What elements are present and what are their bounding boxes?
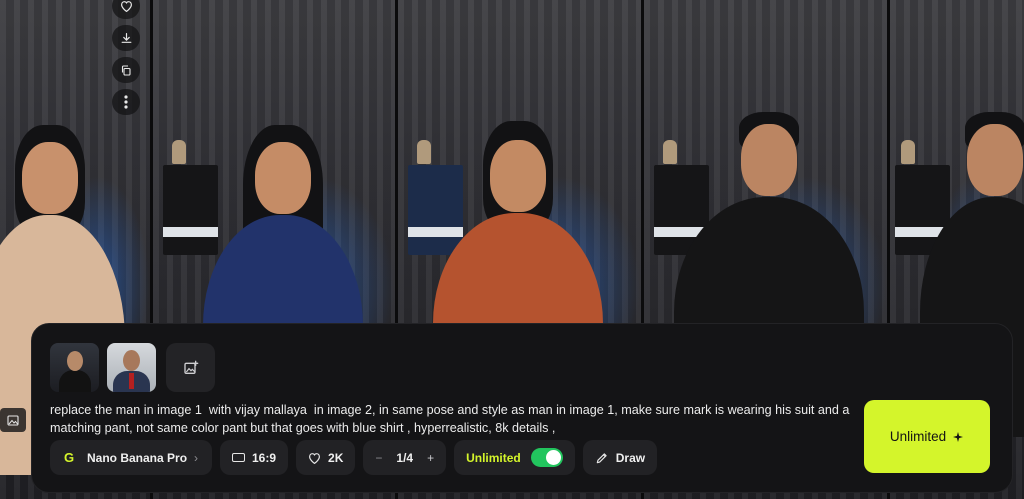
image-actions bbox=[112, 0, 140, 115]
draw-icon bbox=[596, 452, 607, 463]
model-selector[interactable]: G Nano Banana Pro › bbox=[50, 440, 212, 475]
quality-label: 2K bbox=[328, 450, 344, 465]
quality-selector[interactable]: 2K bbox=[296, 440, 356, 475]
add-image-icon bbox=[183, 360, 198, 374]
heart-icon bbox=[309, 452, 321, 464]
download-icon[interactable] bbox=[112, 25, 140, 51]
reference-image-2[interactable] bbox=[107, 343, 156, 392]
increment-button[interactable]: + bbox=[427, 451, 434, 465]
reference-images bbox=[50, 343, 215, 392]
copy-icon[interactable] bbox=[112, 57, 140, 83]
aspect-ratio-icon bbox=[232, 453, 245, 462]
reference-image-1[interactable] bbox=[50, 343, 99, 392]
unlimited-label: Unlimited bbox=[466, 450, 521, 465]
more-icon[interactable] bbox=[112, 89, 140, 115]
aspect-ratio-label: 16:9 bbox=[252, 450, 277, 465]
chevron-right-icon: › bbox=[194, 450, 199, 465]
image-count-label: 1/4 bbox=[396, 450, 414, 465]
aspect-ratio-selector[interactable]: 16:9 bbox=[220, 440, 289, 475]
sparkle-icon bbox=[953, 431, 964, 442]
heart-icon[interactable] bbox=[112, 0, 140, 19]
generate-button[interactable]: Unlimited bbox=[864, 400, 990, 473]
prompt-panel: replace the man in image 1 with vijay ma… bbox=[31, 323, 1013, 493]
model-logo-icon: G bbox=[63, 450, 75, 465]
image-badge-icon[interactable] bbox=[0, 408, 26, 432]
image-count-stepper: − 1/4 + bbox=[363, 440, 447, 475]
draw-label: Draw bbox=[615, 450, 646, 465]
draw-button[interactable]: Draw bbox=[582, 440, 658, 475]
unlimited-toggle[interactable] bbox=[530, 448, 563, 467]
unlimited-toggle-chip[interactable]: Unlimited bbox=[454, 440, 575, 475]
add-image-button[interactable] bbox=[166, 343, 215, 392]
app-canvas: replace the man in image 1 with vijay ma… bbox=[0, 0, 1024, 499]
generation-toolbar: G Nano Banana Pro › 16:9 2K − 1/4 + Unli… bbox=[50, 440, 658, 475]
generate-label: Unlimited bbox=[889, 429, 947, 444]
decrement-button[interactable]: − bbox=[375, 451, 382, 465]
prompt-input[interactable]: replace the man in image 1 with vijay ma… bbox=[50, 401, 850, 437]
model-label: Nano Banana Pro bbox=[87, 450, 188, 465]
